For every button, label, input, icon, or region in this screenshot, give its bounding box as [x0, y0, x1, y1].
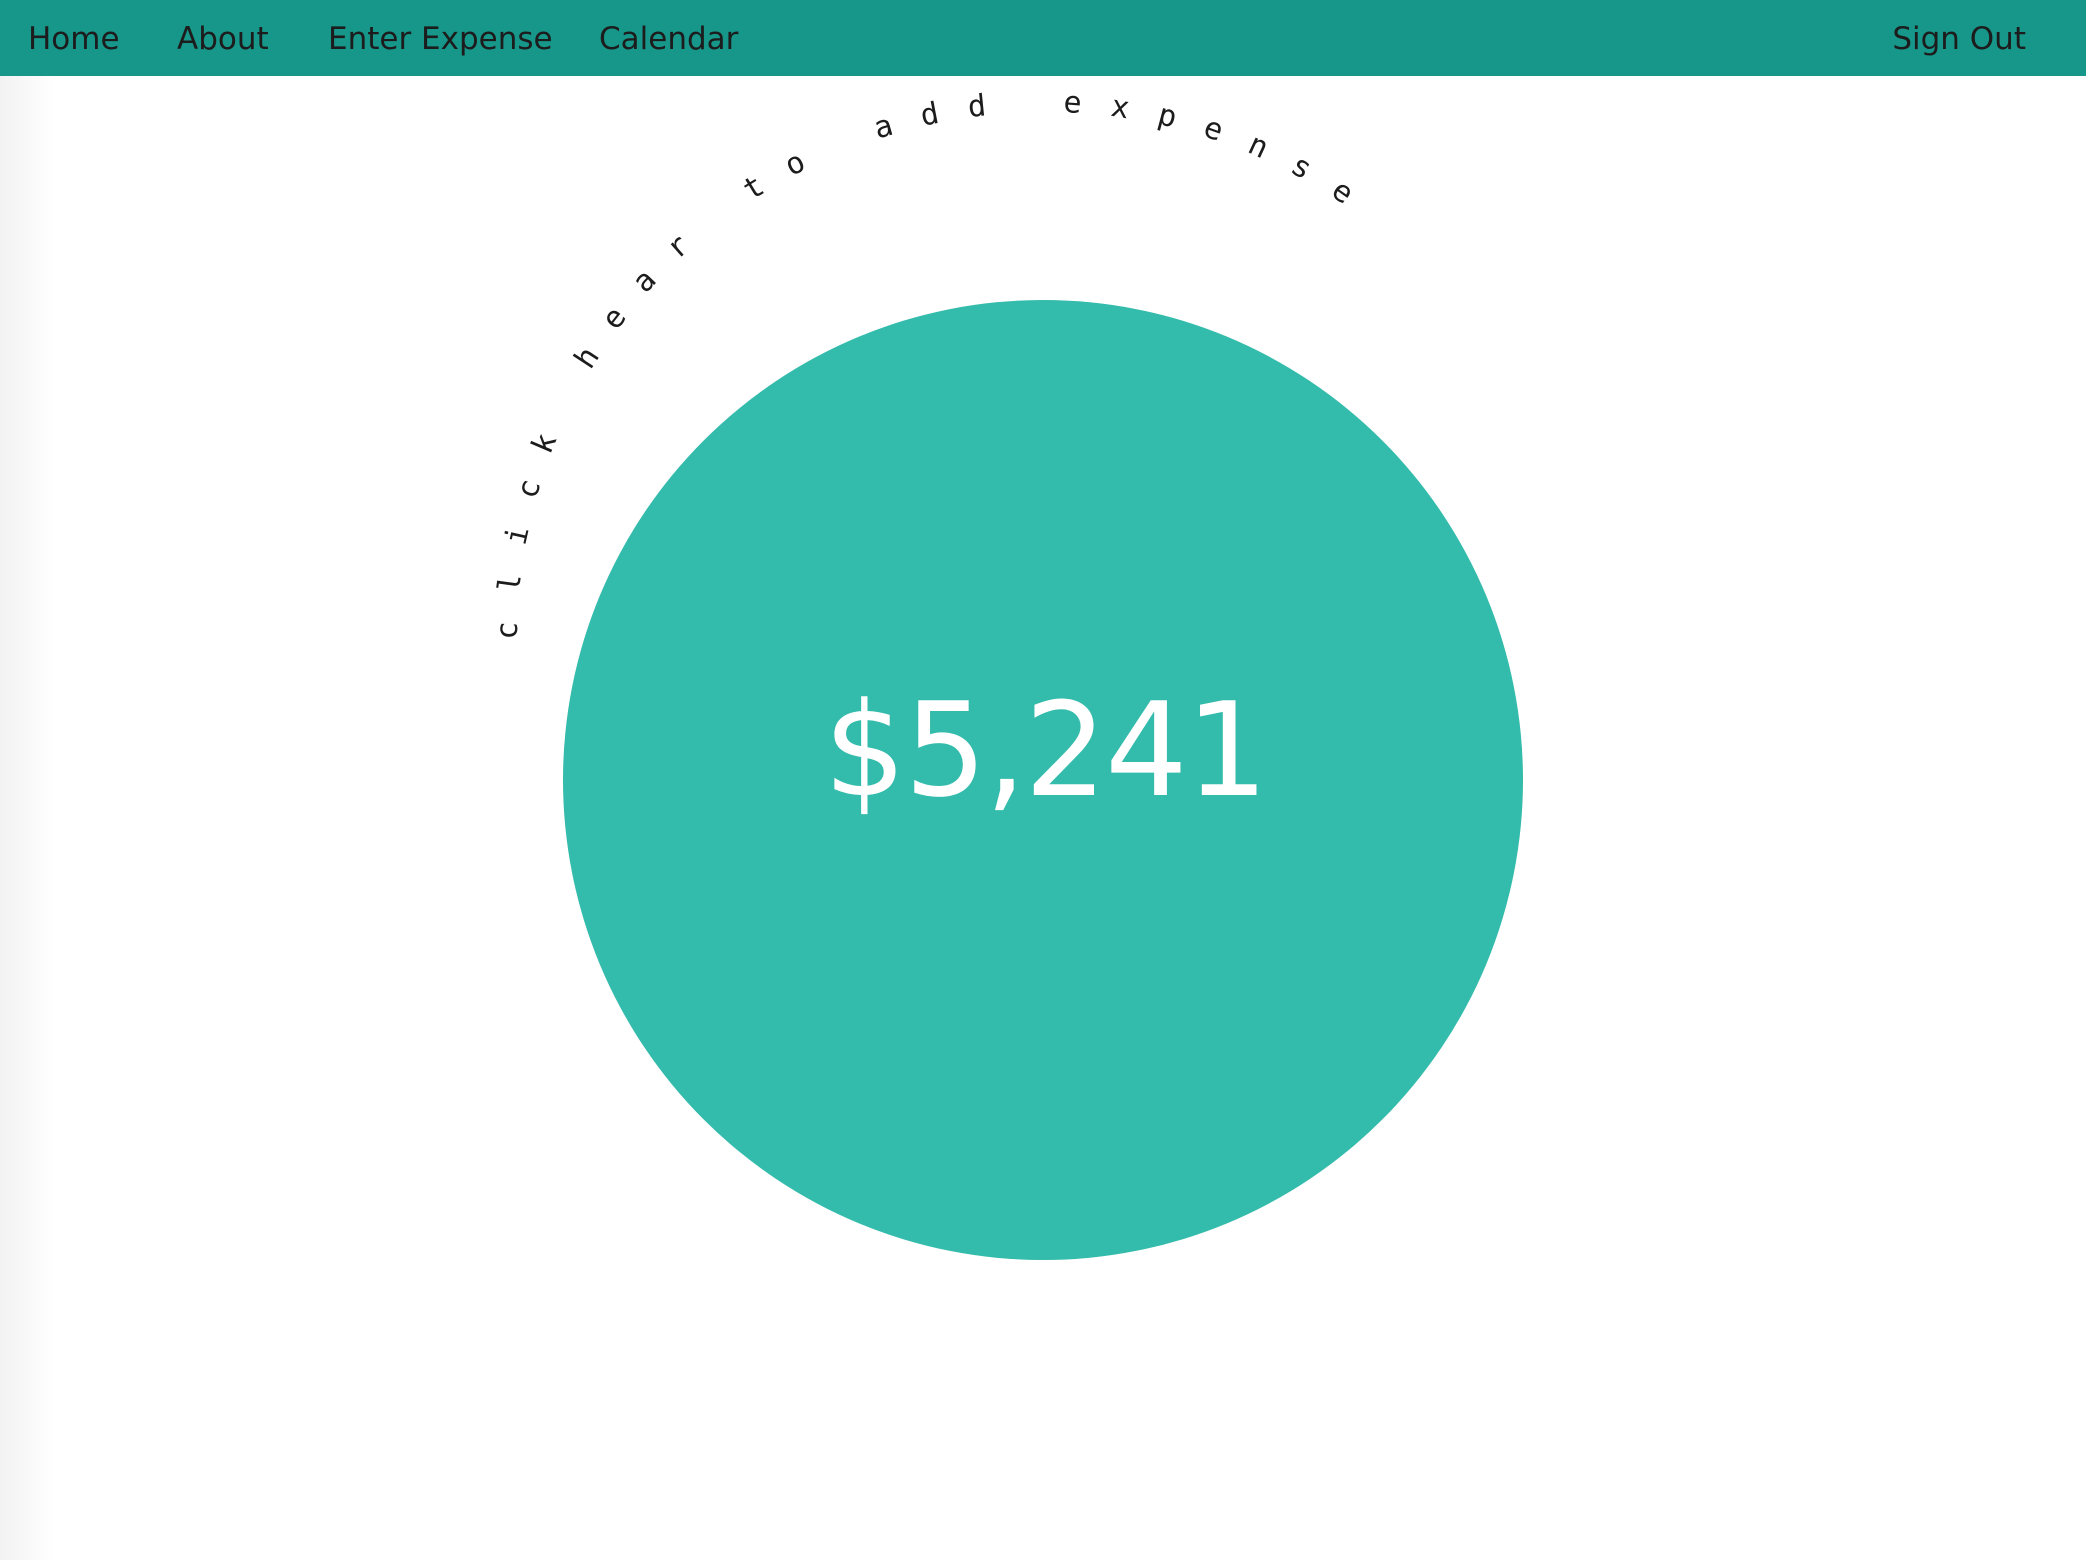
main-stage: click hear to add expense $5,241 — [0, 0, 2086, 1560]
expense-circle-graphic: click hear to add expense — [490, 85, 1523, 1260]
add-expense-circle[interactable] — [563, 300, 1523, 1260]
